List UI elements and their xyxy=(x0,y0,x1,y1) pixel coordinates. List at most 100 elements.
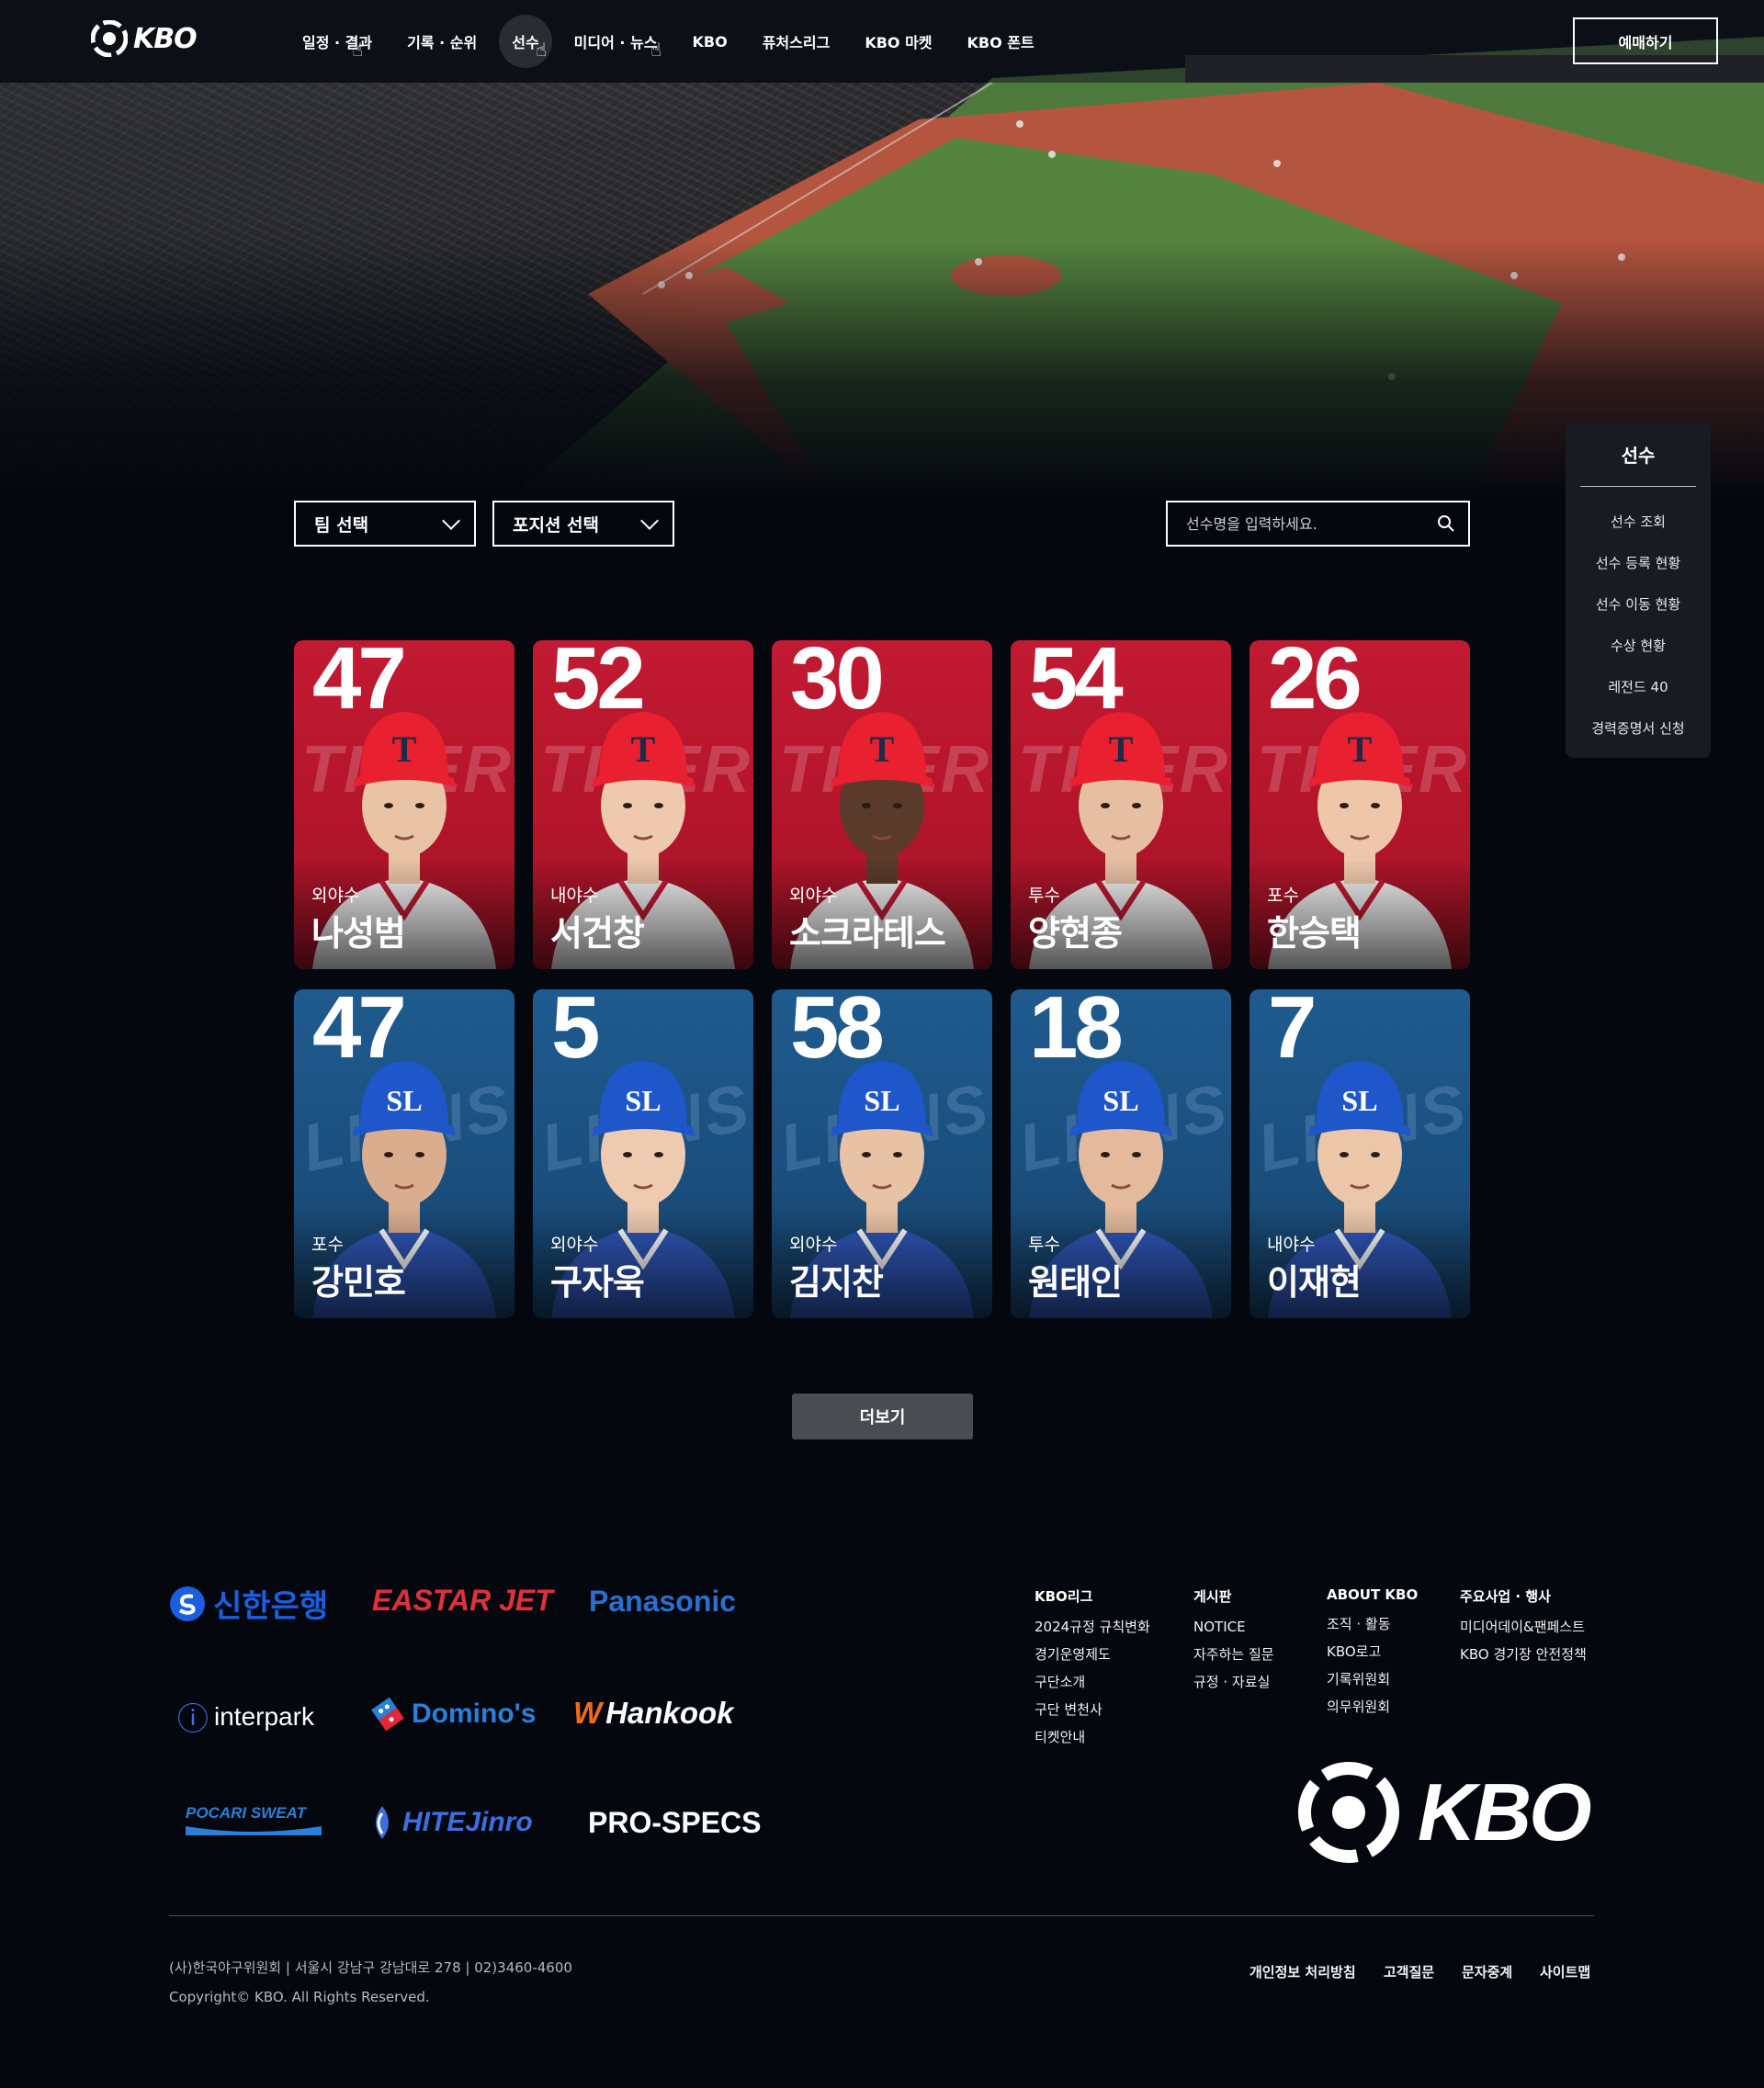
cap-logo: T xyxy=(392,728,417,770)
player-card[interactable]: 30TIGERST외야수소크라테스 xyxy=(772,640,992,969)
player-position: 외야수 xyxy=(311,886,360,906)
hero-fade xyxy=(0,239,1764,496)
hand-cursor-icon: ☝ xyxy=(352,39,364,61)
player-card[interactable]: 58LIONSSL외야수김지찬 xyxy=(772,989,992,1318)
position-select[interactable]: 포지션 선택 xyxy=(492,501,674,547)
sponsor-pocari[interactable]: POCARI SWEAT xyxy=(186,1804,322,1835)
player-position: 외야수 xyxy=(550,1235,599,1255)
interpark-logo-icon: ⓘ xyxy=(177,1702,209,1737)
menu-futures[interactable]: 퓨처스리그 xyxy=(763,30,831,52)
footer-heading: 주요사업 · 행사 xyxy=(1460,1588,1551,1605)
footer-link[interactable]: 규정 · 자료실 xyxy=(1193,1668,1274,1696)
player-search-input[interactable] xyxy=(1186,514,1437,533)
player-name: 서건창 xyxy=(550,913,645,954)
hand-cursor-icon: ☝ xyxy=(536,39,548,61)
more-button[interactable]: 더보기 xyxy=(792,1394,973,1439)
dominos-logo-icon xyxy=(371,1697,404,1732)
player-card[interactable]: 47LIONSSL포수강민호 xyxy=(294,989,514,1318)
footer-link[interactable]: KBO로고 xyxy=(1327,1638,1418,1665)
side-menu-item-legend[interactable]: 레전드 40 xyxy=(1566,667,1711,708)
player-card[interactable]: 18LIONSSL투수원태인 xyxy=(1011,989,1231,1318)
player-position: 투수 xyxy=(1028,1235,1060,1255)
kbo-emblem-icon xyxy=(1298,1762,1399,1863)
sponsor-dominos[interactable]: Domino's xyxy=(369,1696,536,1732)
footer-link[interactable]: 2024규정 규칙변화 xyxy=(1035,1613,1150,1641)
player-position: 투수 xyxy=(1028,886,1060,906)
top-navigation: KBO 일정 · 결과 기록 · 순위 선수 미디어 · 뉴스 KBO 퓨처스리… xyxy=(0,0,1764,83)
footer-link[interactable]: 구단소개 xyxy=(1035,1668,1150,1696)
cap-logo: SL xyxy=(386,1084,422,1117)
cap-logo: SL xyxy=(625,1084,661,1117)
side-menu-item-transfer[interactable]: 선수 이동 현황 xyxy=(1566,584,1711,626)
footer-link[interactable]: 경기운영제도 xyxy=(1035,1641,1150,1668)
privacy-policy-link[interactable]: 개인정보 처리방침 xyxy=(1250,1962,1356,1981)
footer-link[interactable]: 티켓안내 xyxy=(1035,1723,1150,1751)
footer-kbo-logo[interactable]: KBO xyxy=(1298,1762,1592,1863)
team-select-label: 팀 선택 xyxy=(314,514,369,536)
sponsor-interpark[interactable]: ⓘ interpark xyxy=(177,1694,314,1739)
footer-logo-text: KBO xyxy=(1418,1766,1592,1857)
footer-link[interactable]: NOTICE xyxy=(1193,1613,1274,1641)
cap-logo: T xyxy=(1109,728,1134,770)
menu-market[interactable]: KBO 마켓 xyxy=(865,30,932,52)
footer-heading: KBO리그 xyxy=(1035,1588,1093,1605)
footer-column-events: 주요사업 · 행사 미디어데이&팬페스트 KBO 경기장 안전정책 xyxy=(1460,1586,1587,1668)
kbo-emblem-icon xyxy=(91,20,128,57)
player-name: 이재현 xyxy=(1267,1262,1362,1303)
player-search xyxy=(1166,501,1470,547)
search-icon[interactable] xyxy=(1437,514,1455,533)
customer-question-link[interactable]: 고객질문 xyxy=(1384,1962,1434,1981)
text-broadcast-link[interactable]: 문자중계 xyxy=(1462,1962,1512,1981)
position-select-label: 포지션 선택 xyxy=(513,514,600,536)
menu-font[interactable]: KBO 폰트 xyxy=(967,30,1035,52)
menu-records[interactable]: 기록 · 순위 xyxy=(407,30,477,52)
ticket-button[interactable]: 예매하기 xyxy=(1573,17,1718,64)
sponsor-prospecs[interactable]: PRO-SPECS xyxy=(588,1806,761,1840)
footer-link[interactable]: 구단 변천사 xyxy=(1035,1696,1150,1723)
sitemap-link[interactable]: 사이트맵 xyxy=(1540,1962,1590,1981)
footer-address: (사)한국야구위원회 | 서울시 강남구 강남대로 278 | 02)3460-… xyxy=(169,1959,572,1976)
side-menu-item-awards[interactable]: 수상 현황 xyxy=(1566,626,1711,667)
player-card[interactable]: 52TIGERST내야수서건창 xyxy=(533,640,753,969)
player-card[interactable]: 7LIONSSL내야수이재현 xyxy=(1250,989,1470,1318)
menu-kbo[interactable]: KBO xyxy=(693,33,728,51)
player-name: 소크라테스 xyxy=(789,913,946,954)
player-card[interactable]: 26TIGERST포수한승택 xyxy=(1250,640,1470,969)
sponsor-eastar[interactable]: EASTAR JET xyxy=(372,1584,553,1618)
player-position: 내야수 xyxy=(550,886,599,906)
player-card[interactable]: 5LIONSSL외야수구자욱 xyxy=(533,989,753,1318)
footer-column-board: 게시판 NOTICE 자주하는 질문 규정 · 자료실 xyxy=(1193,1586,1274,1696)
sponsor-hankook[interactable]: W Hankook xyxy=(573,1696,734,1731)
footer-link[interactable]: 의무위원회 xyxy=(1327,1693,1418,1721)
side-menu-item-registration[interactable]: 선수 등록 현황 xyxy=(1566,543,1711,584)
player-card[interactable]: 54TIGERST투수양현종 xyxy=(1011,640,1231,969)
divider xyxy=(1580,486,1696,487)
team-select[interactable]: 팀 선택 xyxy=(294,501,476,547)
footer-heading: ABOUT KBO xyxy=(1327,1586,1419,1603)
footer-link[interactable]: 자주하는 질문 xyxy=(1193,1641,1274,1668)
hitejinro-logo-icon xyxy=(376,1806,389,1839)
cap-logo: T xyxy=(1348,728,1373,770)
player-name: 양현종 xyxy=(1028,913,1123,954)
pocari-wave-icon xyxy=(186,1826,322,1835)
player-position: 외야수 xyxy=(789,886,838,906)
footer-heading: 게시판 xyxy=(1193,1588,1232,1605)
player-name: 나성범 xyxy=(311,913,406,954)
cap-logo: T xyxy=(870,728,895,770)
footer-link[interactable]: 조직 · 활동 xyxy=(1327,1610,1418,1638)
side-menu-item-certificate[interactable]: 경력증명서 신청 xyxy=(1566,708,1711,750)
sponsor-panasonic[interactable]: Panasonic xyxy=(589,1585,736,1619)
footer-link[interactable]: 미디어데이&팬페스트 xyxy=(1460,1613,1587,1641)
player-card[interactable]: 47TIGERST외야수나성범 xyxy=(294,640,514,969)
sponsor-hitejinro[interactable]: HITEJinro xyxy=(366,1804,533,1841)
menu-media[interactable]: 미디어 · 뉴스 xyxy=(574,30,658,52)
cap-logo: SL xyxy=(1102,1084,1138,1117)
side-menu-item-search[interactable]: 선수 조회 xyxy=(1566,502,1711,543)
player-position: 포수 xyxy=(1267,886,1299,906)
footer-link[interactable]: 기록위원회 xyxy=(1327,1665,1418,1693)
sponsor-shinhan[interactable]: 신한은행 xyxy=(169,1581,328,1626)
footer-link[interactable]: KBO 경기장 안전정책 xyxy=(1460,1641,1587,1668)
hankook-logo-icon: W xyxy=(573,1696,603,1730)
shinhan-logo-icon xyxy=(170,1586,205,1621)
kbo-logo[interactable]: KBO xyxy=(91,20,198,57)
